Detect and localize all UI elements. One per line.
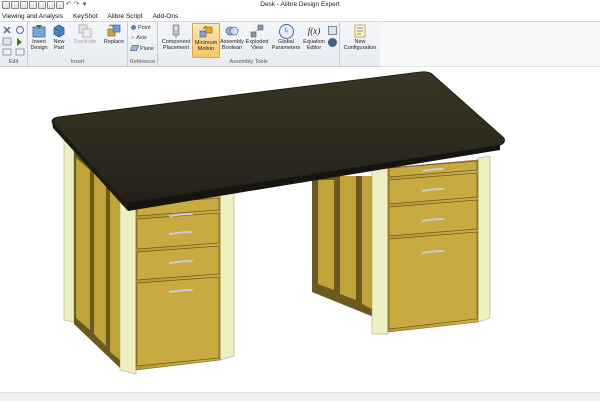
replace-icon	[107, 24, 121, 38]
group-label-edit: Edit	[8, 59, 19, 65]
global-parameters-icon: fₓ	[279, 24, 294, 39]
point-icon	[131, 25, 136, 30]
new-configuration-button[interactable]: New Configuration	[342, 24, 378, 51]
drawer-front[interactable]	[136, 245, 220, 281]
duplicate-button[interactable]: Duplicate	[69, 24, 101, 45]
drawer-front[interactable]	[136, 212, 220, 250]
insert-design-icon	[32, 24, 46, 38]
group-label-insert: Insert	[70, 59, 85, 65]
duplicate-icon	[78, 24, 92, 38]
new-configuration-icon	[353, 24, 367, 38]
assembly-boolean-icon	[225, 24, 239, 38]
group-label-assembly-tools: Assembly Tools	[229, 59, 268, 65]
menu-bar: Viewing and Analysis KeyShot Alibre Scri…	[0, 11, 600, 22]
axis-icon: +	[131, 35, 135, 41]
menu-add-ons[interactable]: Add-Ons	[148, 13, 184, 20]
insert-design-button[interactable]: Insert Design	[29, 24, 49, 51]
right-pedestal-rear-post	[477, 155, 491, 323]
minimum-motion-button[interactable]: Minimum Motion	[192, 23, 220, 58]
minimum-motion-icon	[199, 25, 213, 39]
plane-icon	[129, 45, 140, 51]
replace-button[interactable]: Replace	[102, 24, 126, 45]
menu-keyshot[interactable]: KeyShot	[68, 13, 103, 20]
right-pedestal-inner-panel	[340, 176, 356, 300]
desk-model[interactable]	[0, 67, 600, 400]
left-pedestal-inner-panel	[94, 174, 106, 346]
group-label-reference: Reference	[129, 59, 156, 65]
new-part-icon	[52, 24, 66, 38]
menu-alibre-script[interactable]: Alibre Script	[103, 13, 148, 20]
group-edit: Edit	[0, 22, 28, 66]
group-configuration: New Configuration	[340, 22, 380, 66]
component-placement-button[interactable]: Component Placement	[160, 24, 192, 51]
ribbon-empty-area	[380, 22, 600, 67]
table-icon[interactable]	[328, 26, 337, 35]
point-button[interactable]: Point	[131, 25, 151, 31]
group-insert: Insert Design New Part Duplicate Replace…	[28, 22, 128, 66]
group-reference: Point + Axis Plane Reference	[128, 22, 158, 66]
left-pedestal-inner-panel	[76, 158, 90, 330]
right-pedestal[interactable]	[312, 155, 491, 335]
exploded-view-button[interactable]: Exploded View	[245, 24, 269, 51]
model-viewport[interactable]	[0, 67, 600, 400]
axis-button[interactable]: + Axis	[131, 35, 147, 41]
right-pedestal-front-post	[371, 167, 389, 335]
right-pedestal-inner-panel	[318, 180, 334, 290]
settings-icon[interactable]	[328, 38, 337, 47]
equation-editor-icon: f(x)	[307, 26, 321, 36]
ribbon: Edit Insert Design New Part Duplicate Re…	[0, 22, 380, 67]
left-pedestal-inner-panel	[110, 186, 120, 360]
assembly-boolean-button[interactable]: Assembly Boolean	[220, 24, 244, 51]
menu-viewing-and-analysis[interactable]: Viewing and Analysis	[0, 13, 68, 20]
group-assembly-tools: Component Placement Minimum Motion Assem…	[158, 22, 340, 66]
exploded-view-icon	[250, 24, 264, 38]
window-title: Desk - Alibre Design Expert	[260, 1, 340, 8]
edit-tools-icon[interactable]	[1, 24, 27, 58]
new-part-button[interactable]: New Part	[50, 24, 68, 51]
component-placement-icon	[169, 24, 183, 38]
left-pedestal-front-post	[119, 195, 137, 375]
drawer-front[interactable]	[388, 231, 478, 330]
left-pedestal-side-post	[219, 185, 235, 361]
plane-button[interactable]: Plane	[129, 45, 154, 52]
equation-editor-button[interactable]: f(x) Equation Editor	[301, 24, 327, 51]
global-parameters-button[interactable]: fₓ Global Parameters	[271, 24, 301, 51]
left-pedestal-rear-post	[63, 139, 75, 323]
